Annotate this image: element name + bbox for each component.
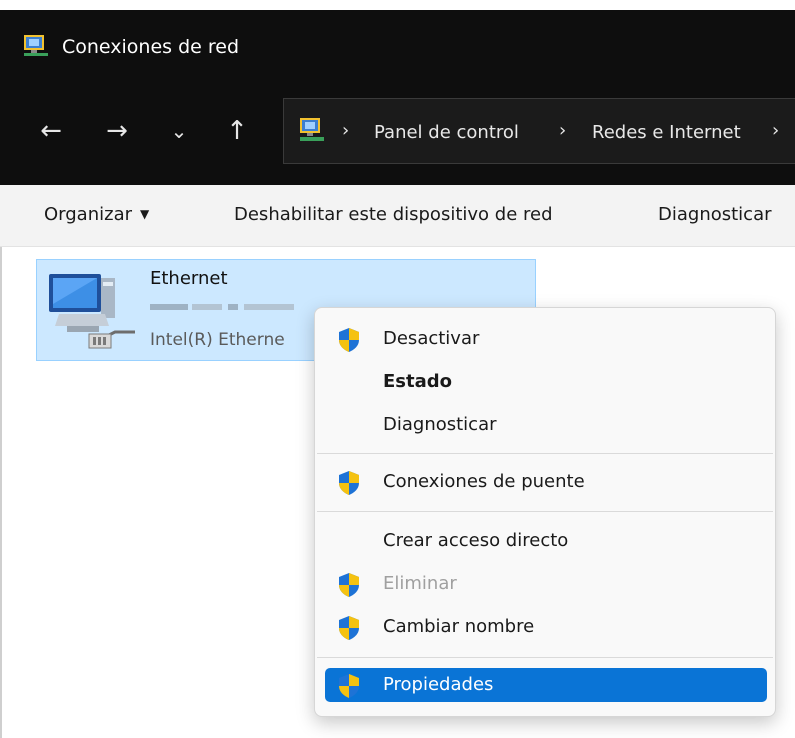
uac-shield-icon xyxy=(339,674,359,698)
navigation-bar: ← → ⌄ ↑ › Panel de control › Redes e Int… xyxy=(0,88,795,185)
menu-item-label: Estado xyxy=(383,371,453,392)
menu-item-label: Conexiones de puente xyxy=(383,471,585,492)
menu-separator xyxy=(317,511,773,512)
diagnose-button[interactable]: Diagnosticar xyxy=(658,204,772,225)
menu-item-diagnose[interactable]: Diagnosticar xyxy=(325,406,767,444)
back-arrow-icon[interactable]: ← xyxy=(34,114,68,148)
menu-item-rename[interactable]: Cambiar nombre xyxy=(325,608,767,646)
menu-separator xyxy=(317,453,773,454)
menu-item-create-shortcut[interactable]: Crear acceso directo xyxy=(325,522,767,560)
control-panel-icon xyxy=(300,118,324,141)
context-menu: Desactivar Estado Diagnosticar Conexione… xyxy=(314,307,776,717)
network-connections-window: Conexiones de red ← → ⌄ ↑ › Panel de con… xyxy=(0,0,795,738)
uac-shield-icon xyxy=(339,328,359,352)
forward-arrow-icon[interactable]: → xyxy=(100,114,134,148)
adapter-name: Intel(R) Etherne xyxy=(150,330,285,350)
menu-item-label: Cambiar nombre xyxy=(383,616,535,637)
uac-shield-icon xyxy=(339,471,359,495)
breadcrumb-separator-icon: › xyxy=(342,120,350,141)
menu-separator xyxy=(317,657,773,658)
network-connections-icon xyxy=(24,35,48,56)
breadcrumb-networks-internet[interactable]: Redes e Internet xyxy=(592,122,741,143)
breadcrumb-separator-icon: › xyxy=(559,120,567,141)
window-title: Conexiones de red xyxy=(62,36,240,58)
menu-item-disable[interactable]: Desactivar xyxy=(325,320,767,358)
menu-item-properties[interactable]: Propiedades xyxy=(325,668,767,702)
menu-item-delete: Eliminar xyxy=(325,565,767,603)
connection-name: Ethernet xyxy=(150,268,228,289)
organize-label: Organizar xyxy=(44,204,132,225)
ethernet-adapter-icon xyxy=(49,274,135,349)
menu-item-label: Diagnosticar xyxy=(383,414,497,435)
menu-item-label: Propiedades xyxy=(383,674,494,695)
breadcrumb-control-panel[interactable]: Panel de control xyxy=(374,122,519,143)
command-bar: Organizar ▼ Deshabilitar este dispositivo… xyxy=(0,185,795,247)
menu-item-label: Desactivar xyxy=(383,328,480,349)
pane-divider xyxy=(0,247,2,738)
recent-locations-chevron-icon[interactable]: ⌄ xyxy=(162,114,196,148)
uac-shield-icon xyxy=(339,616,359,640)
menu-item-status[interactable]: Estado xyxy=(325,363,767,401)
redacted-network-status xyxy=(150,304,294,310)
title-bar: Conexiones de red xyxy=(0,0,795,88)
organize-button[interactable]: Organizar ▼ xyxy=(44,204,149,225)
menu-item-bridge-connections[interactable]: Conexiones de puente xyxy=(325,463,767,501)
address-bar[interactable]: › Panel de control › Redes e Internet › xyxy=(283,98,795,164)
menu-item-label: Crear acceso directo xyxy=(383,530,569,551)
dropdown-caret-icon: ▼ xyxy=(140,207,150,221)
breadcrumb-separator-icon: › xyxy=(772,120,780,141)
menu-item-label: Eliminar xyxy=(383,573,457,594)
disable-device-button[interactable]: Deshabilitar este dispositivo de red xyxy=(234,204,553,225)
up-arrow-icon[interactable]: ↑ xyxy=(220,114,254,148)
uac-shield-icon xyxy=(339,573,359,597)
